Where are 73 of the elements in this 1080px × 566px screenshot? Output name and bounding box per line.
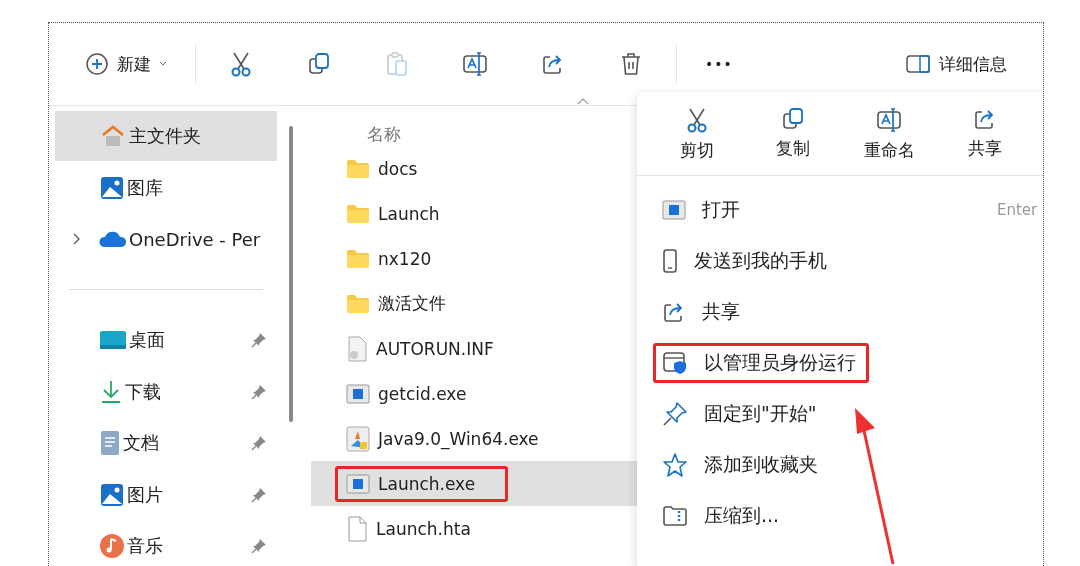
folder-icon <box>346 158 370 179</box>
file-item[interactable]: docs <box>311 146 647 191</box>
app-icon <box>346 472 370 495</box>
rename-button[interactable]: 重命名 <box>841 106 937 163</box>
menu-item[interactable]: 发送到我的手机 <box>653 240 840 281</box>
caret-icon <box>159 61 167 67</box>
trash-icon <box>620 52 642 76</box>
sidebar-item[interactable]: 图片 <box>55 469 277 520</box>
chevron-icon <box>72 233 80 245</box>
app-icon <box>346 382 370 405</box>
copy-icon <box>307 52 331 76</box>
phone-icon <box>662 247 678 274</box>
scissors-icon <box>229 51 253 77</box>
sidebar-item[interactable]: 音乐 <box>55 521 277 566</box>
menu-item[interactable]: 固定到"开始" <box>653 393 830 434</box>
music-icon <box>99 533 125 559</box>
file-item[interactable]: Launch <box>311 191 647 236</box>
sort-caret-icon <box>577 98 589 105</box>
app-icon <box>662 198 686 221</box>
cut-button[interactable]: 剪切 <box>649 106 745 163</box>
plus-icon <box>85 52 109 76</box>
shield-window-icon <box>662 350 688 375</box>
scissors-icon <box>685 107 709 133</box>
file-item[interactable]: Java9.0_Win64.exe <box>311 416 647 461</box>
installer-icon <box>346 425 370 452</box>
file-item[interactable]: Launch.hta <box>311 506 647 551</box>
image-icon <box>99 481 125 508</box>
folder-icon <box>346 248 370 269</box>
file-item[interactable]: getcid.exe <box>311 371 647 416</box>
pin-icon <box>662 400 688 427</box>
scrollbar-thumb[interactable] <box>289 126 293 422</box>
new-button[interactable]: 新建 <box>77 48 175 80</box>
details-button[interactable]: 详细信息 <box>897 48 1015 80</box>
rename-icon <box>876 107 902 133</box>
menu-item[interactable]: 打开 <box>653 189 753 230</box>
pin-icon <box>251 383 267 400</box>
more-button[interactable]: ••• <box>697 52 741 76</box>
sidebar-item[interactable]: OneDrive - Per <box>55 214 277 264</box>
download-icon <box>99 378 123 405</box>
cloud-icon <box>99 229 127 249</box>
shortcut-hint: Enter <box>997 200 1038 219</box>
menu-item[interactable]: 共享 <box>653 291 753 332</box>
sidebar-item[interactable]: 图库 <box>55 162 277 213</box>
sidebar-item[interactable]: 文档 <box>55 418 277 468</box>
file-item[interactable]: AUTORUN.INF <box>311 326 647 371</box>
file-icon <box>346 515 368 542</box>
desktop-icon <box>99 329 127 351</box>
pin-icon <box>251 435 267 451</box>
pin-icon <box>251 486 267 503</box>
pin-icon <box>251 538 267 554</box>
document-icon <box>99 430 121 456</box>
star-icon <box>662 451 688 478</box>
settings-file-icon <box>346 335 368 362</box>
file-item[interactable]: 激活文件 <box>311 281 647 326</box>
column-header[interactable]: 名称 <box>367 123 401 146</box>
pin-icon <box>251 332 267 348</box>
panel-icon <box>905 54 931 74</box>
copy-icon <box>781 107 805 131</box>
copy-button[interactable]: 复制 <box>745 106 841 163</box>
archive-folder-icon <box>662 503 688 528</box>
file-item[interactable]: nx120 <box>311 236 647 281</box>
paste-icon <box>385 51 409 77</box>
folder-icon <box>346 293 370 314</box>
menu-item[interactable]: 添加到收藏夹 <box>653 444 831 485</box>
folder-icon <box>346 203 370 224</box>
menu-item[interactable]: 以管理员身份运行 <box>653 342 869 383</box>
sidebar-item[interactable]: 主文件夹 <box>55 111 277 161</box>
sidebar-item[interactable]: 桌面 <box>55 315 277 365</box>
sidebar-item[interactable]: 下载 <box>55 366 277 417</box>
menu-item[interactable]: 压缩到... <box>653 495 793 536</box>
rename-icon <box>462 51 488 77</box>
share-button[interactable]: 共享 <box>937 106 1033 163</box>
image-icon <box>99 174 125 201</box>
